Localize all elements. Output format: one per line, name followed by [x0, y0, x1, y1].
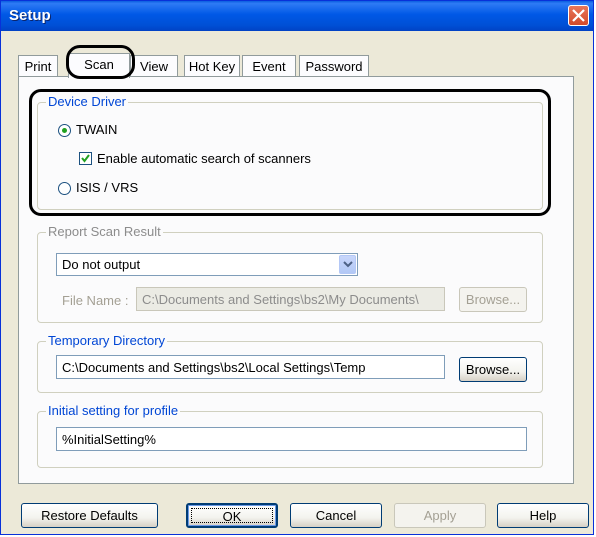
twain-radio[interactable] — [58, 124, 71, 137]
tab-event-label: Event — [252, 59, 286, 74]
tab-print-label: Print — [24, 59, 52, 74]
isis-label: ISIS / VRS — [76, 180, 139, 195]
apply-label: Apply — [423, 508, 457, 523]
temp-browse-button[interactable]: Browse... — [459, 357, 527, 382]
twain-label: TWAIN — [76, 122, 118, 137]
temp-directory-field[interactable]: C:\Documents and Settings\bs2\Local Sett… — [56, 355, 445, 379]
auto-search-checkbox[interactable] — [79, 152, 92, 165]
report-scan-result-label: Report Scan Result — [46, 224, 163, 239]
auto-search-label: Enable automatic search of scanners — [97, 151, 311, 166]
tab-view[interactable]: View — [130, 55, 178, 76]
cancel-label: Cancel — [315, 508, 357, 523]
file-name-label: File Name : — [62, 293, 129, 308]
device-driver-label: Device Driver — [46, 94, 129, 109]
ok-label: OK — [222, 509, 242, 524]
restore-defaults-label: Restore Defaults — [41, 508, 138, 523]
radio-selected-dot — [62, 128, 67, 133]
tab-view-label: View — [140, 59, 168, 74]
tab-scan-label: Scan — [84, 57, 114, 72]
tab-print[interactable]: Print — [18, 55, 58, 76]
initial-setting-label: Initial setting for profile — [46, 403, 181, 418]
tab-hot-key-label: Hot Key — [188, 59, 236, 74]
help-label: Help — [529, 508, 557, 523]
isis-radio[interactable] — [58, 182, 71, 195]
ok-button[interactable]: OK — [186, 503, 278, 528]
report-browse-label: Browse... — [465, 292, 521, 307]
restore-defaults-button[interactable]: Restore Defaults — [21, 503, 158, 528]
cancel-button[interactable]: Cancel — [290, 503, 382, 528]
report-browse-button[interactable]: Browse... — [459, 287, 527, 312]
checkmark-icon — [81, 154, 90, 163]
apply-button[interactable]: Apply — [394, 503, 486, 528]
file-name-field[interactable]: C:\Documents and Settings\bs2\My Documen… — [136, 287, 445, 311]
output-select[interactable]: Do not output — [56, 253, 358, 276]
tab-event[interactable]: Event — [242, 55, 296, 76]
temporary-directory-label: Temporary Directory — [46, 333, 168, 348]
temp-browse-label: Browse... — [465, 362, 521, 377]
tab-password-label: Password — [305, 59, 363, 74]
tab-password[interactable]: Password — [299, 55, 369, 76]
initial-setting-field[interactable]: %InitialSetting% — [56, 427, 527, 451]
output-select-value: Do not output — [62, 257, 141, 272]
chevron-down-icon — [343, 261, 353, 268]
tab-scan[interactable]: Scan — [68, 53, 130, 78]
title-bar[interactable]: Setup — [1, 1, 593, 31]
help-button[interactable]: Help — [497, 503, 589, 528]
close-icon — [572, 9, 585, 22]
window-title: Setup — [9, 7, 51, 24]
setup-dialog: Setup Print Scan View Hot Key Event Pass… — [0, 0, 594, 535]
dropdown-button[interactable] — [339, 255, 356, 274]
close-button[interactable] — [568, 5, 589, 26]
tab-hot-key[interactable]: Hot Key — [184, 55, 240, 76]
